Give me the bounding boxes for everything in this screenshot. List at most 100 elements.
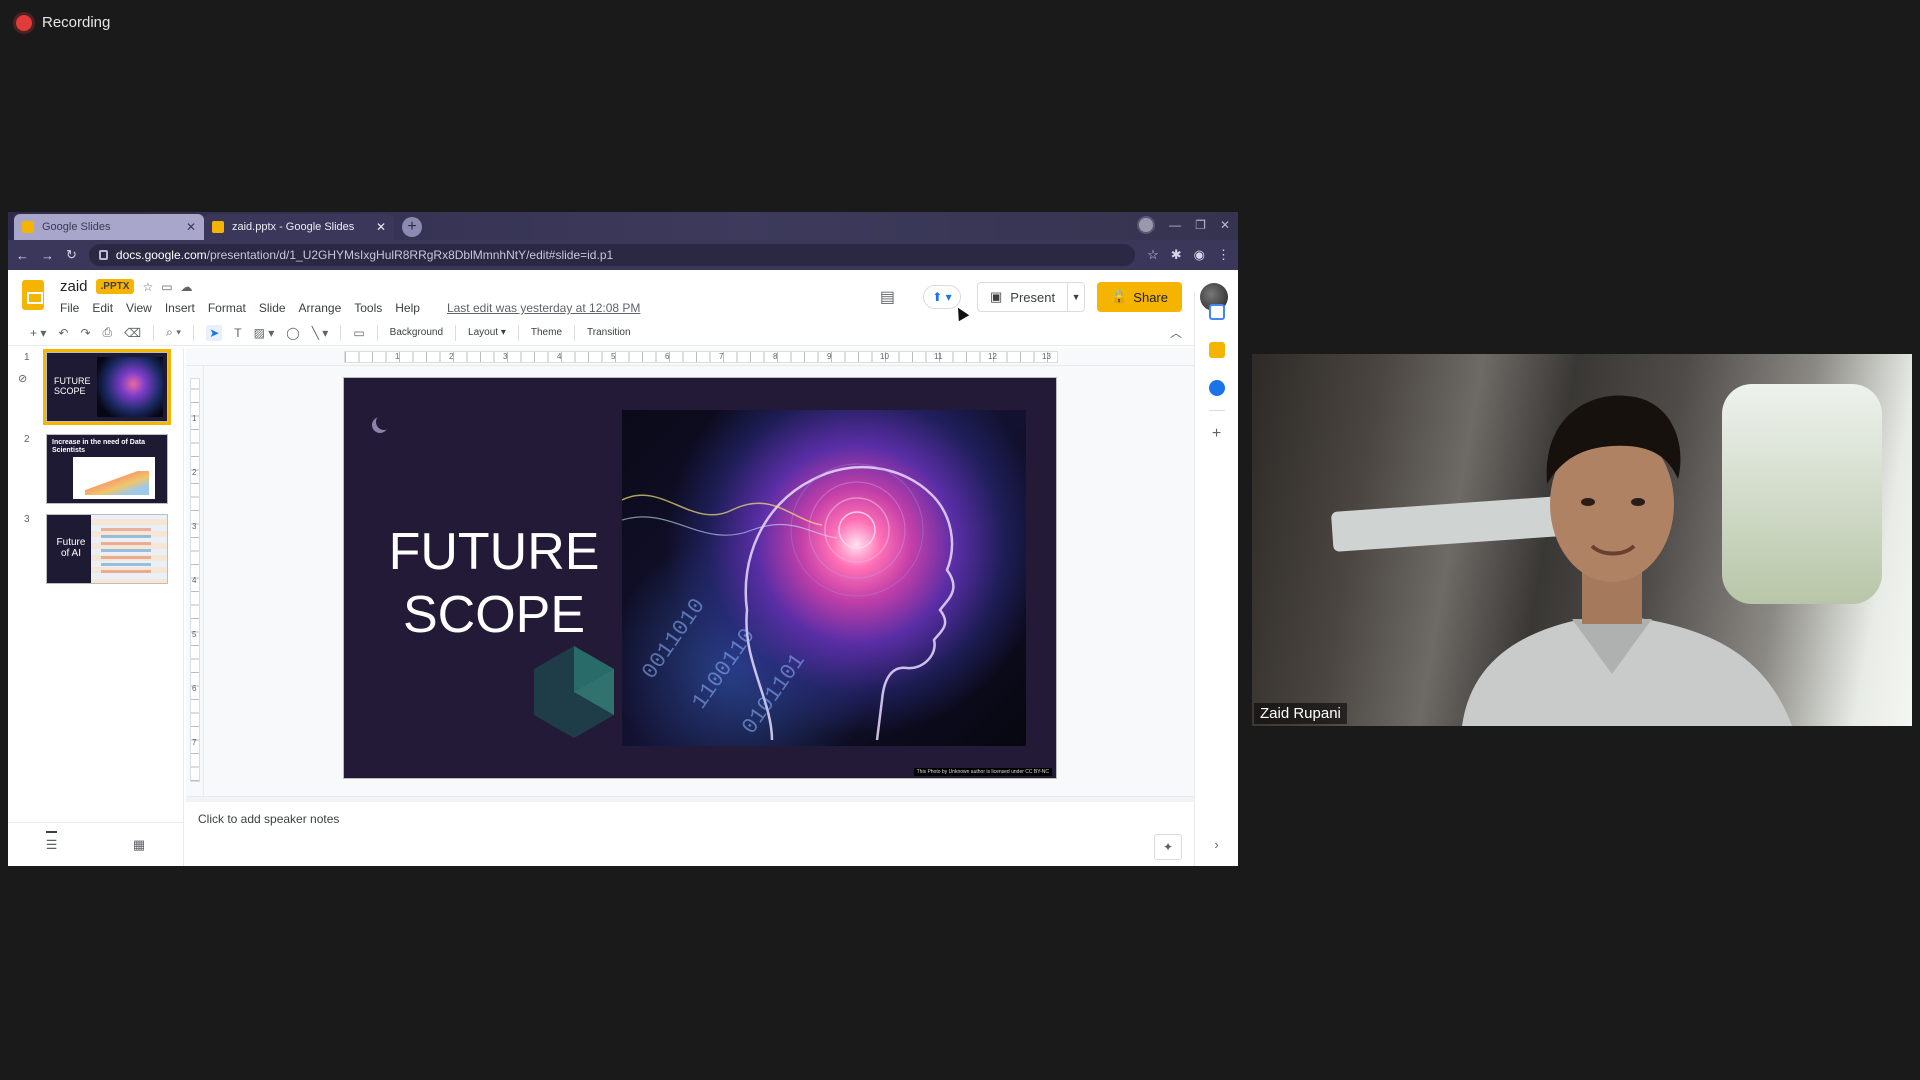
ruler-number: 3 (192, 522, 197, 531)
svg-text:0101101: 0101101 (737, 649, 810, 739)
webcam-feed: Zaid Rupani (1252, 354, 1912, 726)
shape-icon[interactable]: ◯ (286, 326, 299, 340)
add-comment-icon[interactable]: ▭ (353, 326, 364, 340)
toolbar-divider (340, 324, 342, 341)
document-title[interactable]: zaid (60, 278, 88, 295)
current-slide[interactable]: FUTURE SCOPE 0011010 1100110 0101101 Thi… (343, 377, 1057, 779)
close-tab-icon[interactable]: ✕ (186, 220, 196, 234)
comment-history-icon[interactable]: ▤ (880, 287, 895, 307)
menu-format[interactable]: Format (208, 301, 246, 315)
star-icon[interactable]: ☆ (142, 280, 153, 294)
tab-zaid-pptx[interactable]: zaid.pptx - Google Slides ✕ (204, 214, 394, 240)
get-addons-icon[interactable]: + (1212, 425, 1221, 443)
transition-button[interactable]: Transition (587, 327, 631, 338)
toolbar-divider (574, 324, 576, 341)
menu-bar: File Edit View Insert Format Slide Arran… (60, 301, 640, 315)
profile-avatar-icon[interactable]: ◉ (1194, 247, 1205, 263)
text-box-icon[interactable]: T (234, 326, 241, 340)
ruler-number: 3 (503, 352, 508, 361)
restore-icon[interactable]: ❐ (1195, 218, 1206, 232)
thumbnail-title: Future of AI (56, 537, 86, 559)
slide-thumbnail[interactable]: FUTURE SCOPE (43, 349, 171, 425)
filmstrip-item-3[interactable]: 3 Future of AI (24, 514, 168, 584)
tasks-icon[interactable] (1208, 380, 1225, 396)
meet-present-button[interactable]: ⬆ ▾ (923, 285, 961, 309)
share-button[interactable]: 🔒 Share (1097, 282, 1182, 312)
close-window-icon[interactable]: ✕ (1220, 218, 1230, 232)
collapse-menus-icon[interactable]: ︿ (1170, 324, 1182, 341)
layout-button[interactable]: Layout ▾ (468, 327, 506, 338)
expand-panel-icon[interactable]: › (1214, 837, 1218, 852)
slide-title-line-1: FUTURE (388, 523, 600, 581)
undo-icon[interactable]: ↶ (58, 326, 68, 340)
thumbnail-image (97, 357, 163, 417)
explore-icon[interactable]: ✦ (1154, 834, 1182, 860)
close-tab-icon[interactable]: ✕ (376, 220, 386, 234)
new-tab-button[interactable]: + (402, 217, 422, 237)
print-icon[interactable]: ⎙ (103, 325, 113, 340)
url-field[interactable]: docs.google.com/presentation/d/1_U2GHYMs… (88, 244, 1136, 266)
grid-view-icon[interactable]: ▦ (133, 837, 145, 853)
vertical-ruler: 1 2 3 4 5 6 7 (186, 366, 204, 796)
redo-icon[interactable]: ↷ (80, 326, 90, 340)
background-button[interactable]: Background (390, 327, 443, 338)
menu-insert[interactable]: Insert (165, 301, 195, 315)
present-icon: ▣ (990, 289, 1003, 304)
tab-google-slides[interactable]: Google Slides ✕ (14, 214, 204, 240)
slides-logo-icon[interactable] (22, 280, 44, 310)
hexagon-decoration (534, 646, 614, 738)
calendar-icon[interactable] (1208, 304, 1225, 320)
reload-icon[interactable]: ↻ (66, 247, 77, 263)
forward-icon[interactable]: → (41, 248, 54, 263)
select-icon[interactable]: ➤ (206, 324, 223, 341)
theme-button[interactable]: Theme (531, 327, 562, 338)
zoom-icon[interactable]: ⌕ ▾ (166, 325, 181, 340)
slides-favicon-icon (212, 221, 224, 233)
filmstrip-item-2[interactable]: 2 Increase in the need of Data Scientist… (24, 434, 168, 504)
menu-arrange[interactable]: Arrange (299, 301, 342, 315)
speaker-notes-placeholder[interactable]: Click to add speaker notes (198, 812, 339, 826)
menu-edit[interactable]: Edit (92, 301, 113, 315)
slides-header: zaid .PPTX ☆ ▭ ☁ File Edit View Insert F… (8, 270, 1238, 320)
menu-help[interactable]: Help (395, 301, 420, 315)
speaker-notes-panel[interactable]: Click to add speaker notes ✦ (186, 802, 1194, 866)
toolbar-divider (193, 324, 195, 341)
profile-icon[interactable] (1137, 216, 1156, 234)
moon-decoration (376, 414, 392, 430)
extensions-icon[interactable]: ✱ (1171, 247, 1182, 263)
keep-icon[interactable] (1208, 342, 1225, 358)
share-label: Share (1133, 289, 1168, 305)
line-icon[interactable]: ╲ ▾ (312, 326, 329, 340)
present-button[interactable]: ▣ Present ▼ (977, 282, 1086, 312)
menu-tools[interactable]: Tools (354, 301, 382, 315)
present-label: Present (1010, 289, 1056, 305)
ai-head-image[interactable]: 0011010 1100110 0101101 (622, 410, 1026, 746)
slide-thumbnail[interactable]: Future of AI (46, 514, 168, 584)
link-icon[interactable]: ⊘ (18, 372, 27, 385)
slide-thumbnail[interactable]: Increase in the need of Data Scientists (46, 434, 168, 504)
filmstrip-item-1[interactable]: 1 FUTURE SCOPE (24, 349, 171, 425)
menu-file[interactable]: File (60, 301, 79, 315)
menu-slide[interactable]: Slide (259, 301, 286, 315)
filmstrip-view-icon[interactable]: ☰ (45, 830, 58, 853)
image-icon[interactable]: ▨ ▾ (254, 326, 275, 340)
move-folder-icon[interactable]: ▭ (161, 280, 172, 294)
browser-window: Google Slides ✕ zaid.pptx - Google Slide… (8, 212, 1238, 866)
new-slide-icon[interactable]: + ▾ (30, 326, 46, 340)
present-dropdown-icon[interactable]: ▼ (1068, 292, 1084, 302)
ruler-number: 6 (192, 684, 197, 693)
ruler-number: 10 (880, 352, 889, 361)
paint-format-icon[interactable]: ⌫ (124, 326, 141, 340)
browser-menu-icon[interactable]: ⋮ (1217, 247, 1230, 263)
cloud-status-icon[interactable]: ☁ (181, 280, 193, 294)
bookmark-star-icon[interactable]: ☆ (1147, 247, 1159, 263)
side-panel: + › (1194, 292, 1238, 866)
ruler-number: 5 (192, 630, 197, 639)
minimize-icon[interactable]: — (1169, 218, 1181, 232)
menu-view[interactable]: View (126, 301, 152, 315)
slide-number: 2 (24, 434, 30, 445)
last-edit-link[interactable]: Last edit was yesterday at 12:08 PM (447, 301, 640, 315)
present-to-meeting-icon: ⬆ ▾ (932, 290, 952, 304)
back-icon[interactable]: ← (16, 248, 29, 263)
slide-title[interactable]: FUTURE SCOPE (384, 521, 604, 647)
